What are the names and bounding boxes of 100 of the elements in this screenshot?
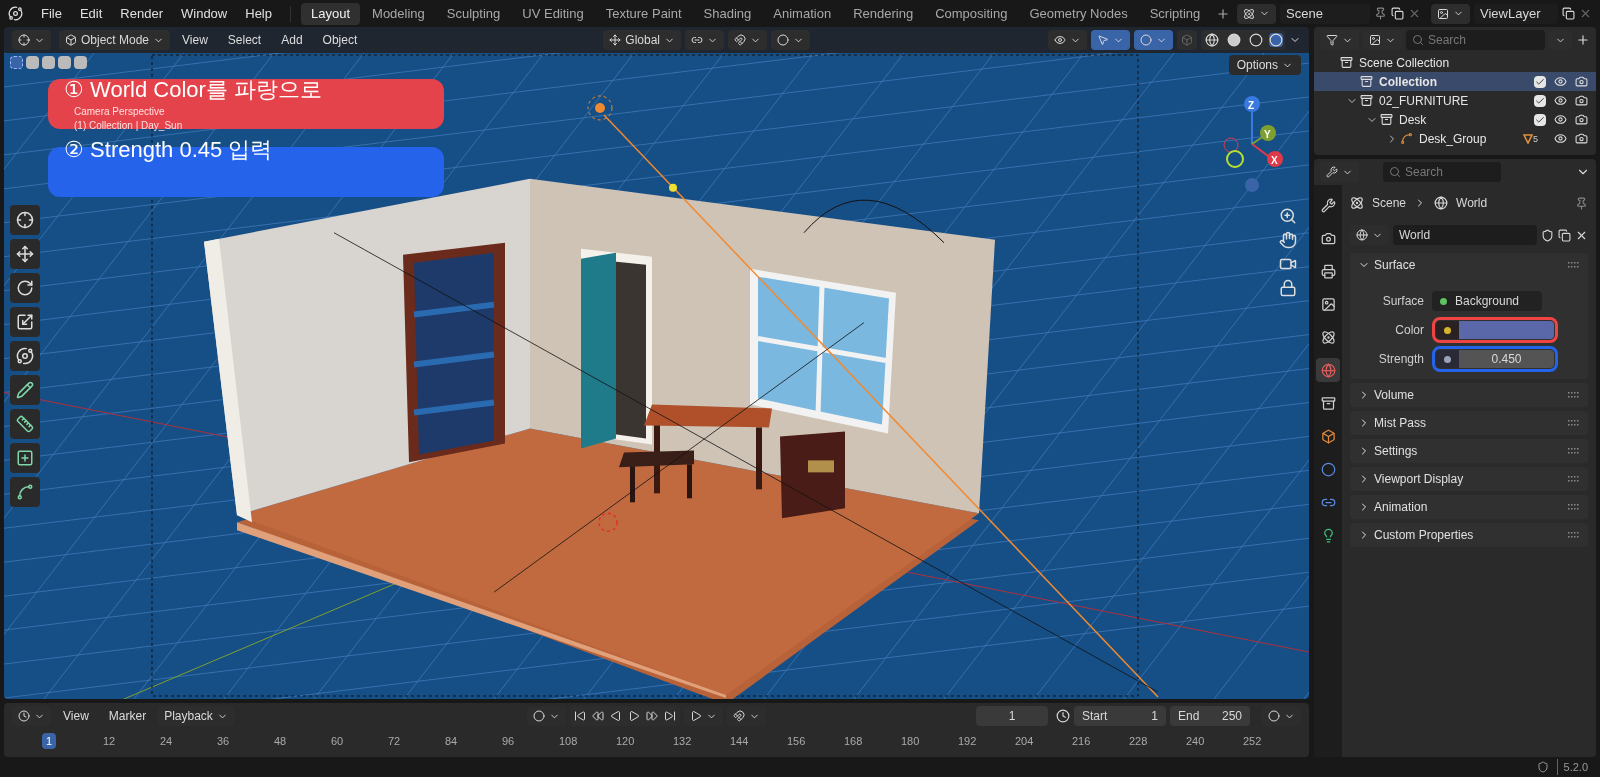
next-keyframe-icon[interactable] bbox=[645, 710, 658, 722]
timeline-menu-item[interactable]: View bbox=[55, 707, 97, 725]
workspace-tab[interactable]: Modeling bbox=[362, 2, 435, 25]
node-input-field[interactable]: Background bbox=[1432, 291, 1542, 311]
gizmo-dropdown[interactable] bbox=[1091, 30, 1130, 50]
drag-handle-icon[interactable] bbox=[1568, 392, 1580, 398]
select-mode-icon[interactable] bbox=[10, 56, 23, 69]
timeline-menu-item[interactable]: Marker bbox=[100, 707, 155, 725]
jump-start-icon[interactable] bbox=[573, 710, 586, 722]
viewport-menu-item[interactable]: Object bbox=[314, 31, 366, 49]
select-mode-icon[interactable] bbox=[74, 56, 87, 69]
workspace-tab[interactable]: Compositing bbox=[925, 2, 1018, 25]
section-header[interactable]: Viewport Display bbox=[1358, 470, 1568, 488]
transform-tool-icon[interactable] bbox=[10, 341, 40, 371]
curve-tool-icon[interactable] bbox=[10, 477, 40, 507]
color-swatch[interactable] bbox=[1459, 321, 1554, 339]
visibility-dropdown[interactable] bbox=[1048, 30, 1087, 50]
drag-handle-icon[interactable] bbox=[1568, 420, 1580, 426]
render-camera-icon[interactable] bbox=[1575, 75, 1588, 88]
solid-shading-icon[interactable] bbox=[1227, 33, 1241, 47]
visibility-eye-icon[interactable] bbox=[1554, 132, 1567, 145]
app-logo-icon[interactable] bbox=[8, 6, 23, 21]
frame-tick-label[interactable]: 252 bbox=[1239, 732, 1266, 750]
outliner-row[interactable]: Desk bbox=[1314, 110, 1596, 129]
fake-user-icon[interactable] bbox=[1541, 228, 1554, 242]
workspace-tab[interactable]: Layout bbox=[301, 2, 361, 25]
section-header[interactable]: Surface bbox=[1358, 256, 1568, 274]
pan-hand-icon[interactable] bbox=[1279, 231, 1297, 249]
frame-tick-label[interactable]: 108 bbox=[555, 732, 582, 750]
cursor-tool-icon[interactable] bbox=[10, 205, 40, 235]
workspace-tab[interactable]: Shading bbox=[693, 2, 762, 25]
scene-selector[interactable] bbox=[1237, 3, 1276, 24]
drag-handle-icon[interactable] bbox=[1568, 448, 1580, 454]
viewport-menu-item[interactable]: View bbox=[174, 31, 216, 49]
add-workspace-icon[interactable] bbox=[1216, 6, 1231, 21]
close-icon[interactable] bbox=[1579, 7, 1592, 20]
drag-handle-icon[interactable] bbox=[1568, 262, 1580, 268]
pivot-dropdown[interactable] bbox=[685, 30, 724, 50]
menu-item[interactable]: Render bbox=[112, 3, 171, 24]
add-cube-tool-icon[interactable] bbox=[10, 443, 40, 473]
outliner-row[interactable]: 02_FURNITURE bbox=[1314, 91, 1596, 110]
viewport-menu-item[interactable]: Add bbox=[273, 31, 311, 49]
workspace-tab[interactable]: UV Editing bbox=[512, 2, 594, 25]
scale-tool-icon[interactable] bbox=[10, 307, 40, 337]
select-mode-icon[interactable] bbox=[58, 56, 71, 69]
editor-type-dropdown[interactable] bbox=[12, 30, 51, 50]
strength-input-field[interactable]: 0.450 bbox=[1459, 350, 1554, 368]
section-header[interactable]: Settings bbox=[1358, 442, 1568, 460]
overlay-dropdown[interactable] bbox=[1134, 30, 1173, 50]
pencil-tool-icon[interactable] bbox=[10, 375, 40, 405]
frame-tick-label[interactable]: 168 bbox=[840, 732, 867, 750]
visibility-eye-icon[interactable] bbox=[1554, 75, 1567, 88]
include-checkbox[interactable] bbox=[1534, 113, 1546, 126]
ruler-tool-icon[interactable] bbox=[10, 409, 40, 439]
frame-tick-label[interactable]: 60 bbox=[327, 732, 348, 750]
workspace-tab[interactable]: Scripting bbox=[1139, 2, 1211, 25]
menu-item[interactable]: File bbox=[33, 3, 70, 24]
frame-tick-label[interactable]: 24 bbox=[156, 732, 177, 750]
select-mode-icon[interactable] bbox=[42, 56, 55, 69]
render-camera-icon[interactable] bbox=[1575, 132, 1588, 145]
drag-handle-icon[interactable] bbox=[1568, 476, 1580, 482]
select-mode-icon[interactable] bbox=[26, 56, 39, 69]
frame-tick-label[interactable]: 132 bbox=[669, 732, 696, 750]
frame-tick-label[interactable]: 12 bbox=[99, 732, 120, 750]
pin-icon[interactable] bbox=[1575, 196, 1588, 210]
section-header[interactable]: Mist Pass bbox=[1358, 414, 1568, 432]
workspace-tab[interactable]: Animation bbox=[763, 2, 842, 25]
axis-gizmo-drawing[interactable] bbox=[1223, 96, 1283, 192]
frame-tick-label[interactable]: 72 bbox=[384, 732, 405, 750]
play-icon[interactable] bbox=[627, 710, 640, 722]
workspace-tab[interactable]: Geometry Nodes bbox=[1019, 2, 1138, 25]
material-shading-icon[interactable] bbox=[1249, 33, 1263, 47]
outliner-search-field[interactable]: Search bbox=[1406, 30, 1545, 50]
outliner-row[interactable]: Scene Collection bbox=[1314, 53, 1596, 72]
section-header[interactable]: Custom Properties bbox=[1358, 526, 1568, 544]
pin-icon[interactable] bbox=[1374, 7, 1387, 20]
mode-dropdown[interactable]: Object Mode bbox=[59, 30, 171, 50]
new-view-layer-icon[interactable] bbox=[1562, 7, 1575, 20]
menu-item[interactable]: Edit bbox=[71, 3, 111, 24]
transform-orientation-dropdown[interactable]: Global bbox=[603, 30, 681, 50]
frame-tick-label[interactable]: 36 bbox=[213, 732, 234, 750]
current-frame-field[interactable]: 1 bbox=[976, 706, 1048, 726]
workspace-tab[interactable]: Rendering bbox=[843, 2, 924, 25]
workspace-tab[interactable]: Sculpting bbox=[436, 2, 511, 25]
frame-tick-label[interactable]: 240 bbox=[1182, 732, 1209, 750]
new-collection-icon[interactable] bbox=[1576, 33, 1590, 47]
datablock-name-field[interactable]: World bbox=[1393, 225, 1537, 245]
viewport-menu-item[interactable]: Select bbox=[219, 31, 270, 49]
lock-icon[interactable] bbox=[1279, 279, 1297, 297]
frame-tick-label[interactable]: 216 bbox=[1068, 732, 1095, 750]
zoom-icon[interactable] bbox=[1279, 207, 1297, 225]
clock-icon[interactable] bbox=[1056, 709, 1070, 723]
frame-tick-label[interactable]: 48 bbox=[270, 732, 291, 750]
section-header[interactable]: Volume bbox=[1358, 386, 1568, 404]
play-reverse-icon[interactable] bbox=[609, 710, 622, 722]
properties-search-field[interactable]: Search bbox=[1383, 162, 1501, 182]
visibility-eye-icon[interactable] bbox=[1554, 113, 1567, 126]
frame-tick-label[interactable]: 120 bbox=[612, 732, 639, 750]
scene-name-field[interactable]: Scene bbox=[1280, 3, 1370, 24]
view-layer-selector[interactable] bbox=[1431, 3, 1470, 24]
